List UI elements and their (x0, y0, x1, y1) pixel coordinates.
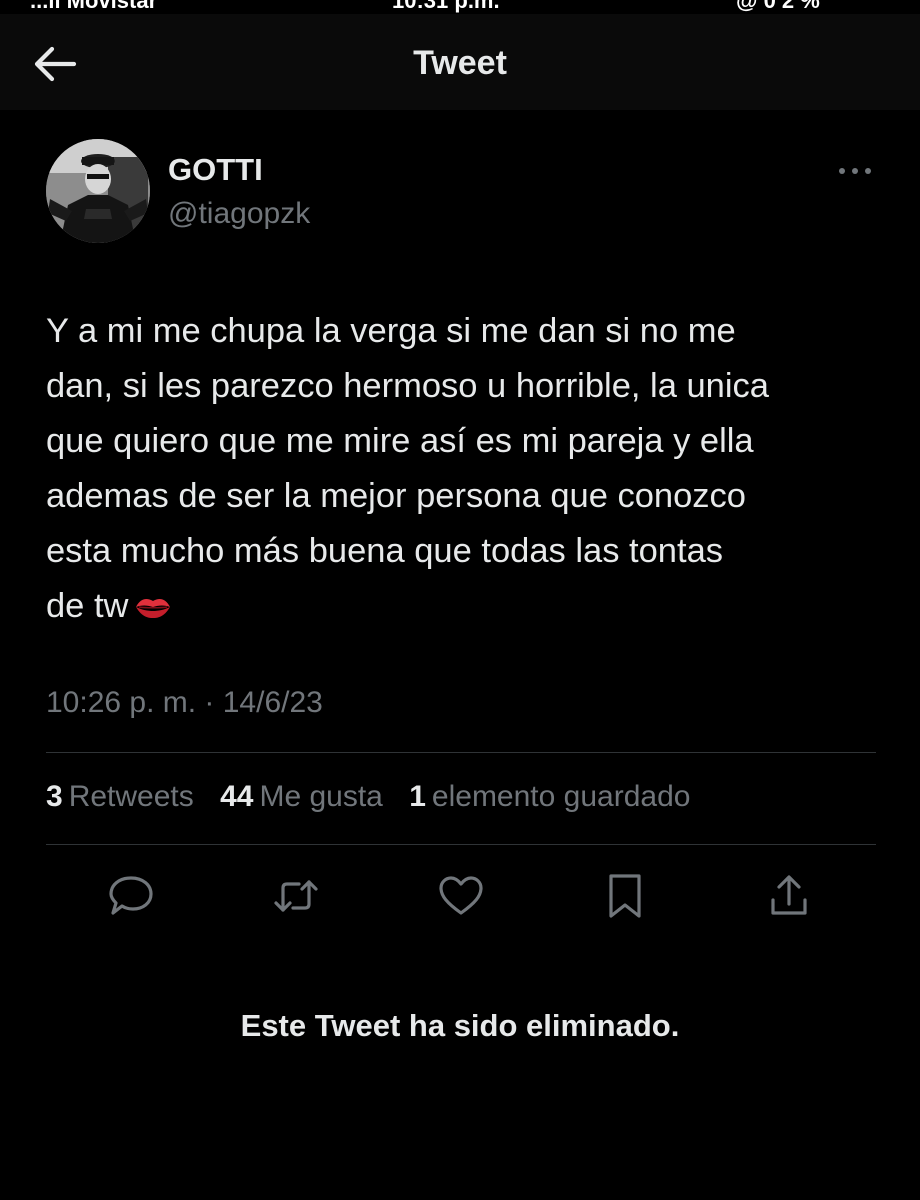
divider (46, 844, 876, 845)
like-icon (439, 876, 483, 915)
bookmark-button[interactable] (601, 872, 649, 920)
tweet-text: Y a mi me chupa la verga si me dan si no… (46, 312, 769, 625)
bookmark-icon (609, 874, 641, 918)
bookmarks-stat[interactable]: 1 elemento guardado (409, 780, 690, 814)
retweets-stat[interactable]: 3 Retweets (46, 780, 194, 814)
retweet-button[interactable] (272, 872, 320, 920)
status-indicators: @ 0 2 % (736, 0, 820, 13)
avatar-image (46, 139, 150, 243)
reply-button[interactable] (107, 872, 155, 920)
reply-icon (109, 876, 153, 915)
bookmarks-label: elemento guardado (431, 780, 691, 813)
likes-count: 44 (220, 780, 254, 813)
tweet-stats: 3 Retweets 44 Me gusta 1 elemento guardado (46, 780, 690, 814)
status-bar: ...ll Movistar 10:31 p.m. @ 0 2 % (0, 0, 920, 14)
divider (46, 752, 876, 753)
retweets-label: Retweets (68, 780, 194, 813)
share-icon (771, 875, 807, 915)
share-button[interactable] (765, 872, 813, 920)
like-button[interactable] (437, 872, 485, 920)
kiss-mark-emoji (134, 582, 172, 618)
likes-label: Me gusta (259, 780, 383, 813)
more-horizontal-icon (839, 168, 871, 174)
deleted-tweet-notice: Este Tweet ha sido eliminado. (240, 1008, 680, 1043)
retweet-icon (274, 880, 318, 912)
page-title: Tweet (413, 44, 507, 82)
author-handle[interactable]: @tiagopzk (168, 197, 310, 231)
author-display-name[interactable]: GOTTI (168, 152, 263, 188)
likes-stat[interactable]: 44 Me gusta (220, 780, 383, 814)
tweet-body: Y a mi me chupa la verga si me dan si no… (46, 304, 896, 634)
carrier-signal: ...ll Movistar (30, 0, 158, 13)
top-nav-bar: Tweet (0, 14, 920, 110)
avatar[interactable] (46, 139, 150, 243)
retweets-count: 3 (46, 780, 63, 813)
bookmarks-count: 1 (409, 780, 426, 813)
status-time: 10:31 p.m. (392, 0, 500, 13)
tweet-timestamp[interactable]: 10:26 p. m. · 14/6/23 (46, 686, 323, 720)
more-options-button[interactable] (832, 160, 878, 182)
